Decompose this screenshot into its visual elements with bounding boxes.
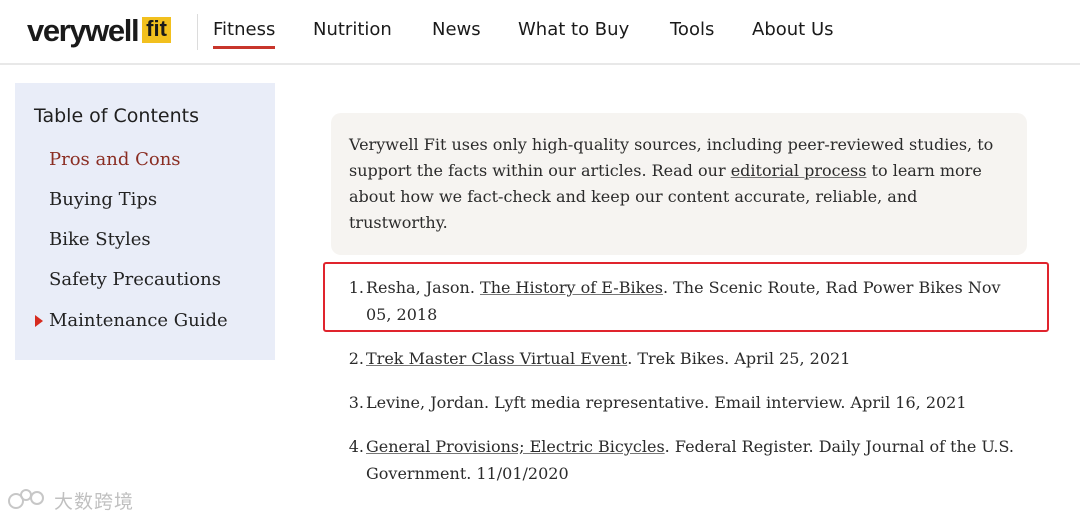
reference-source: . Trek Bikes. April 25, 2021 — [627, 349, 851, 368]
watermark: 大数跨境 — [8, 487, 134, 514]
editorial-process-link[interactable]: editorial process — [731, 161, 867, 180]
reference-number: 3. — [348, 393, 364, 412]
toc-title: Table of Contents — [34, 105, 199, 127]
nav-fitness[interactable]: Fitness — [213, 19, 276, 49]
reference-link[interactable]: Trek Master Class Virtual Event — [366, 349, 627, 368]
nav-about-us[interactable]: About Us — [752, 19, 834, 41]
toc-item-pros-and-cons[interactable]: Pros and Cons — [49, 148, 181, 172]
caret-right-icon — [35, 315, 43, 327]
site-header: verywell fit Fitness Nutrition News What… — [0, 0, 1080, 65]
reference-number: 2. — [348, 349, 364, 368]
reference-link[interactable]: General Provisions; Electric Bicycles — [366, 437, 665, 456]
highlight-box — [323, 262, 1049, 332]
toc-item-buying-tips[interactable]: Buying Tips — [49, 188, 157, 212]
header-divider — [197, 14, 198, 50]
nav-tools[interactable]: Tools — [670, 19, 714, 41]
watermark-logo-icon — [8, 488, 48, 513]
logo-badge: fit — [142, 17, 171, 43]
toc-item-maintenance-guide[interactable]: Maintenance Guide — [49, 309, 228, 333]
editorial-notice: Verywell Fit uses only high-quality sour… — [331, 113, 1027, 255]
reference-number: 4. — [348, 437, 364, 456]
reference-text: Levine, Jordan. Lyft media representativ… — [366, 393, 967, 412]
table-of-contents: Table of Contents Pros and Cons Buying T… — [15, 83, 275, 360]
nav-what-to-buy[interactable]: What to Buy — [518, 19, 629, 41]
watermark-text: 大数跨境 — [54, 491, 135, 513]
nav-news[interactable]: News — [432, 19, 481, 41]
toc-item-bike-styles[interactable]: Bike Styles — [49, 228, 151, 252]
site-logo[interactable]: verywell fit — [27, 13, 171, 47]
editorial-notice-text: Verywell Fit uses only high-quality sour… — [349, 132, 1014, 236]
toc-item-safety-precautions[interactable]: Safety Precautions — [49, 268, 221, 292]
logo-wordmark: verywell — [27, 12, 140, 48]
nav-nutrition[interactable]: Nutrition — [313, 19, 392, 41]
